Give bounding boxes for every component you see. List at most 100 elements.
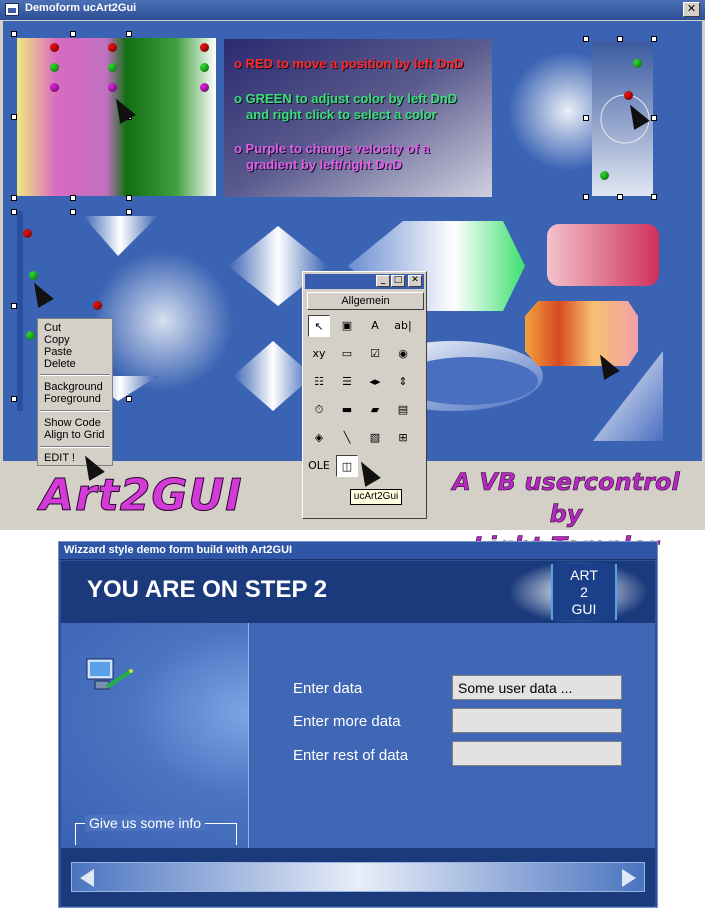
minimize-button[interactable]: _ <box>376 275 390 287</box>
red-position-dot[interactable] <box>23 229 32 238</box>
green-color-dot[interactable] <box>633 59 642 68</box>
red-position-dot[interactable] <box>93 301 102 310</box>
selection-handle[interactable] <box>70 209 76 215</box>
menu-item-copy[interactable]: Copy <box>44 334 76 346</box>
selection-handle[interactable] <box>583 194 589 200</box>
vscrollbar-tool-icon[interactable]: ⇕ <box>392 371 414 393</box>
close-button[interactable]: ✕ <box>683 2 700 17</box>
selection-handle[interactable] <box>126 31 132 37</box>
purple-velocity-dot[interactable] <box>50 83 59 92</box>
picturebox-tool-icon[interactable]: ▣ <box>336 315 358 337</box>
selection-handle[interactable] <box>70 195 76 201</box>
label-enter-more-data: Enter more data <box>293 713 401 730</box>
combobox-tool-icon[interactable]: ☷ <box>308 371 330 393</box>
info-groupbox-label: Give us some info <box>85 815 206 831</box>
wizard-side-panel: Give us some info <box>61 623 249 848</box>
context-menu: Cut Copy Paste Delete Background Foregro… <box>37 318 113 466</box>
optionbutton-tool-icon[interactable]: ◉ <box>392 343 414 365</box>
green-color-dot[interactable] <box>50 63 59 72</box>
green-color-dot[interactable] <box>108 63 117 72</box>
banner-logo: Art2GUI <box>40 470 243 522</box>
menu-item-align-to-grid[interactable]: Align to Grid <box>44 429 105 441</box>
menu-group-code: Show Code Align to Grid <box>44 417 105 441</box>
menu-group-edit2: EDIT ! <box>44 452 75 464</box>
demo-window-title: Demoform ucArt2Gui <box>25 2 137 14</box>
back-arrow-icon[interactable] <box>80 869 94 887</box>
selection-handle[interactable] <box>651 115 657 121</box>
purple-velocity-dot[interactable] <box>108 83 117 92</box>
ole-tool-icon[interactable]: OLE <box>308 455 330 477</box>
selection-handle[interactable] <box>126 195 132 201</box>
hscrollbar-tool-icon[interactable]: ◂▸ <box>364 371 386 393</box>
red-position-dot[interactable] <box>624 91 633 100</box>
filelistbox-tool-icon[interactable]: ▤ <box>392 399 414 421</box>
green-color-dot[interactable] <box>200 63 209 72</box>
selection-handle[interactable] <box>70 31 76 37</box>
selection-handle[interactable] <box>617 36 623 42</box>
selection-handle[interactable] <box>583 36 589 42</box>
timer-tool-icon[interactable]: ⏱ <box>308 399 330 421</box>
wizard-window: Wizzard style demo form build with Art2G… <box>58 541 658 908</box>
menu-item-delete[interactable]: Delete <box>44 358 76 370</box>
selection-handle[interactable] <box>11 209 17 215</box>
art2gui-badge: ART 2 GUI <box>551 564 617 620</box>
menu-item-foreground[interactable]: Foreground <box>44 393 103 405</box>
line-tool-icon[interactable]: ╲ <box>336 427 358 449</box>
selection-handle[interactable] <box>11 31 17 37</box>
legend-red: o RED to move a position by left DnD <box>234 56 464 71</box>
menu-separator <box>40 410 110 412</box>
selection-handle[interactable] <box>126 396 132 402</box>
selection-handle[interactable] <box>11 303 17 309</box>
red-position-dot[interactable] <box>200 43 209 52</box>
selection-handle[interactable] <box>617 194 623 200</box>
selection-handle[interactable] <box>11 396 17 402</box>
red-position-dot[interactable] <box>108 43 117 52</box>
dirlistbox-tool-icon[interactable]: ▰ <box>364 399 386 421</box>
drivelistbox-tool-icon[interactable]: ▬ <box>336 399 358 421</box>
selection-handle[interactable] <box>651 36 657 42</box>
close-button[interactable]: ✕ <box>408 275 422 287</box>
tab-allgemein[interactable]: Allgemein <box>307 292 424 310</box>
navigation-bar[interactable] <box>71 862 645 892</box>
badge-line: ART <box>570 567 598 583</box>
enter-rest-of-data-field[interactable] <box>452 741 622 766</box>
menu-item-cut[interactable]: Cut <box>44 322 76 334</box>
image-tool-icon[interactable]: ▧ <box>364 427 386 449</box>
red-position-dot[interactable] <box>50 43 59 52</box>
legend-green-1: o GREEN to adjust color by left DnD <box>234 91 458 106</box>
wizard-footer <box>61 848 655 906</box>
enter-more-data-field[interactable] <box>452 708 622 733</box>
purple-velocity-dot[interactable] <box>200 83 209 92</box>
wizard-titlebar[interactable]: Wizzard style demo form build with Art2G… <box>59 542 657 560</box>
data-tool-icon[interactable]: ⊞ <box>392 427 414 449</box>
legend-purple-1: o Purple to change velocity of a <box>234 141 430 156</box>
menu-item-paste[interactable]: Paste <box>44 346 76 358</box>
frame-tool-icon[interactable]: xy <box>308 343 330 365</box>
textbox-tool-icon[interactable]: ab| <box>392 315 414 337</box>
selection-handle[interactable] <box>11 114 17 120</box>
checkbox-tool-icon[interactable]: ☑ <box>364 343 386 365</box>
next-arrow-icon[interactable] <box>622 869 636 887</box>
badge-line: 2 <box>580 584 588 600</box>
menu-item-background[interactable]: Background <box>44 381 103 393</box>
app-icon[interactable] <box>5 3 19 16</box>
maximize-button[interactable]: □ <box>391 275 405 287</box>
menu-item-edit[interactable]: EDIT ! <box>44 452 75 464</box>
pointer-tool-icon[interactable]: ↖ <box>308 315 330 337</box>
toolbox-titlebar[interactable]: _ □ ✕ <box>305 274 424 289</box>
selection-handle[interactable] <box>583 115 589 121</box>
green-color-dot[interactable] <box>26 331 35 340</box>
green-color-dot[interactable] <box>29 271 38 280</box>
selection-handle[interactable] <box>126 209 132 215</box>
enter-data-field[interactable] <box>452 675 622 700</box>
listbox-tool-icon[interactable]: ☰ <box>336 371 358 393</box>
demo-titlebar[interactable]: Demoform ucArt2Gui ✕ <box>0 0 705 20</box>
menu-item-show-code[interactable]: Show Code <box>44 417 105 429</box>
selection-handle[interactable] <box>651 194 657 200</box>
green-color-dot[interactable] <box>600 171 609 180</box>
legend-green-2: and right click to select a color <box>246 107 437 122</box>
label-tool-icon[interactable]: A <box>364 315 386 337</box>
shape-tool-icon[interactable]: ◈ <box>308 427 330 449</box>
selection-handle[interactable] <box>11 195 17 201</box>
commandbutton-tool-icon[interactable]: ▭ <box>336 343 358 365</box>
